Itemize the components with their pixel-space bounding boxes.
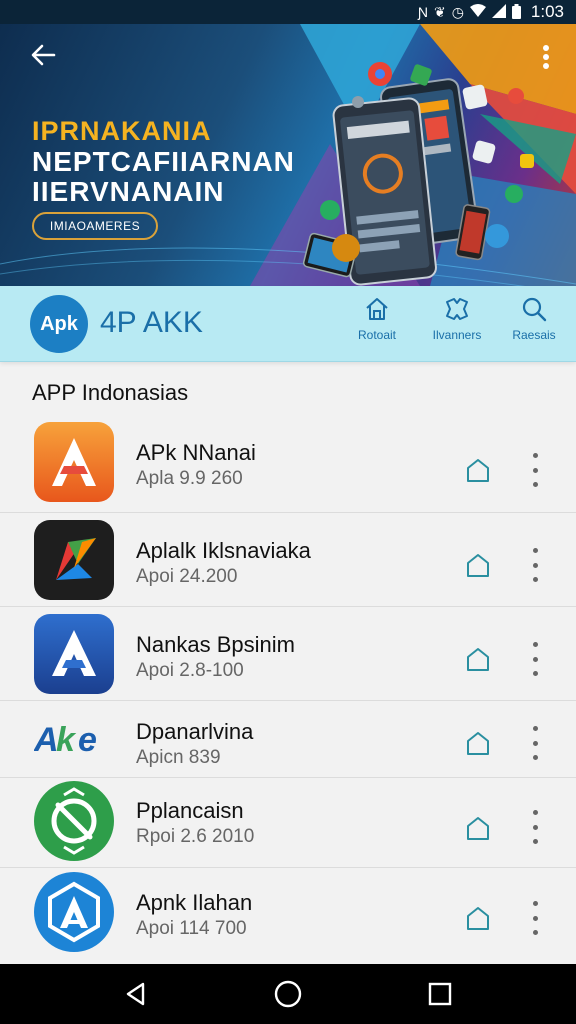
app-name: Dpanarlvina	[136, 719, 254, 744]
signal-icon	[491, 4, 506, 20]
item-menu-icon[interactable]	[526, 810, 544, 844]
list-item[interactable]: Nankas Bpsinim Apoi 2.8-100	[0, 607, 576, 701]
wifi-icon	[469, 4, 486, 20]
promo-banner[interactable]: IPRNAKANIA NEPTCAFIIARNAN IIERVNANAIN IM…	[0, 24, 576, 286]
banner-headline-1: IPRNAKANIA	[32, 116, 212, 146]
svg-text:k: k	[56, 721, 77, 759]
back-arrow-icon[interactable]	[26, 42, 60, 76]
nav-item-search[interactable]: Raesais	[501, 294, 567, 354]
home-icon[interactable]	[464, 814, 492, 842]
nfc-icon: Ɲ	[417, 4, 428, 20]
overflow-menu-icon[interactable]	[536, 44, 556, 74]
category-icon	[446, 298, 468, 320]
nav-item-categories[interactable]: Ilvanners	[424, 294, 490, 354]
banner-headline-2: NEPTCAFIIARNAN	[32, 146, 295, 177]
home-icon	[366, 298, 388, 320]
app-subtitle: Apoi 2.8-100	[136, 660, 244, 681]
status-bar: Ɲ ❦ ◷ 1:03	[0, 0, 576, 24]
battery-icon	[511, 3, 521, 21]
svg-text:A: A	[34, 721, 59, 759]
item-menu-icon[interactable]	[526, 901, 544, 935]
app-subtitle: Apoi 114 700	[136, 918, 247, 939]
vibrate-icon: ❦	[433, 4, 446, 20]
nav-label-categories: Ilvanners	[432, 328, 482, 342]
app-subtitle: Rpoi 2.6 2010	[136, 826, 255, 847]
orange-a-icon	[34, 422, 114, 502]
green-slash-icon	[34, 781, 114, 861]
system-nav-bar	[0, 964, 576, 1024]
app-logo: Apk	[30, 295, 88, 353]
app-title: 4P AKK	[100, 306, 203, 339]
section-title: APP Indonasias	[32, 380, 189, 405]
app-subtitle: Apicn 839	[136, 747, 221, 768]
item-menu-icon[interactable]	[526, 548, 544, 582]
status-time: 1:03	[530, 2, 564, 21]
item-menu-icon[interactable]	[526, 453, 544, 487]
list-item[interactable]: APk NNanai Apla 9.9 260	[0, 418, 576, 513]
colorful-feather-icon	[34, 520, 114, 600]
app-name: Pplancaisn	[136, 798, 244, 823]
banner-headline-3: IIERVNANAIN	[32, 176, 225, 207]
app-name: Nankas Bpsinim	[136, 632, 295, 657]
list-item[interactable]: Pplancaisn Rpoi 2.6 2010	[0, 778, 576, 868]
list-item[interactable]: A k e Dpanarlvina Apicn 839	[0, 701, 576, 778]
home-circle-icon[interactable]	[273, 979, 303, 1009]
blue-a-icon	[34, 614, 114, 694]
home-icon[interactable]	[464, 729, 492, 757]
app-subtitle: Apla 9.9 260	[136, 468, 243, 489]
app-name: APk NNanai	[136, 440, 256, 465]
banner-cta-button[interactable]: IMIAOAMERES	[32, 212, 158, 240]
hexagon-a-icon	[34, 872, 114, 952]
nav-item-home[interactable]: Rotoait	[344, 294, 410, 354]
search-icon	[522, 297, 547, 322]
home-icon[interactable]	[464, 904, 492, 932]
nav-label-search: Raesais	[512, 328, 556, 342]
home-icon[interactable]	[464, 456, 492, 484]
home-icon[interactable]	[464, 645, 492, 673]
recents-square-icon[interactable]	[425, 979, 455, 1009]
list-item[interactable]: Aplalk Iklsnaviaka Apoi 24.200	[0, 513, 576, 607]
app-name: Apnk Ilahan	[136, 890, 253, 915]
nav-label-home: Rotoait	[357, 328, 397, 342]
item-menu-icon[interactable]	[526, 726, 544, 760]
svg-text:e: e	[78, 721, 97, 759]
app-subtitle: Apoi 24.200	[136, 566, 238, 587]
app-bar: Apk 4P AKK Rotoait Ilvanners Raesais	[0, 286, 576, 362]
list-item[interactable]: Apnk Ilahan Apoi 114 700	[0, 868, 576, 964]
item-menu-icon[interactable]	[526, 642, 544, 676]
ake-logo-icon: A k e	[34, 721, 97, 759]
home-icon[interactable]	[464, 551, 492, 579]
alarm-icon: ◷	[451, 4, 464, 20]
back-triangle-icon[interactable]	[121, 979, 151, 1009]
app-name: Aplalk Iklsnaviaka	[136, 538, 311, 563]
